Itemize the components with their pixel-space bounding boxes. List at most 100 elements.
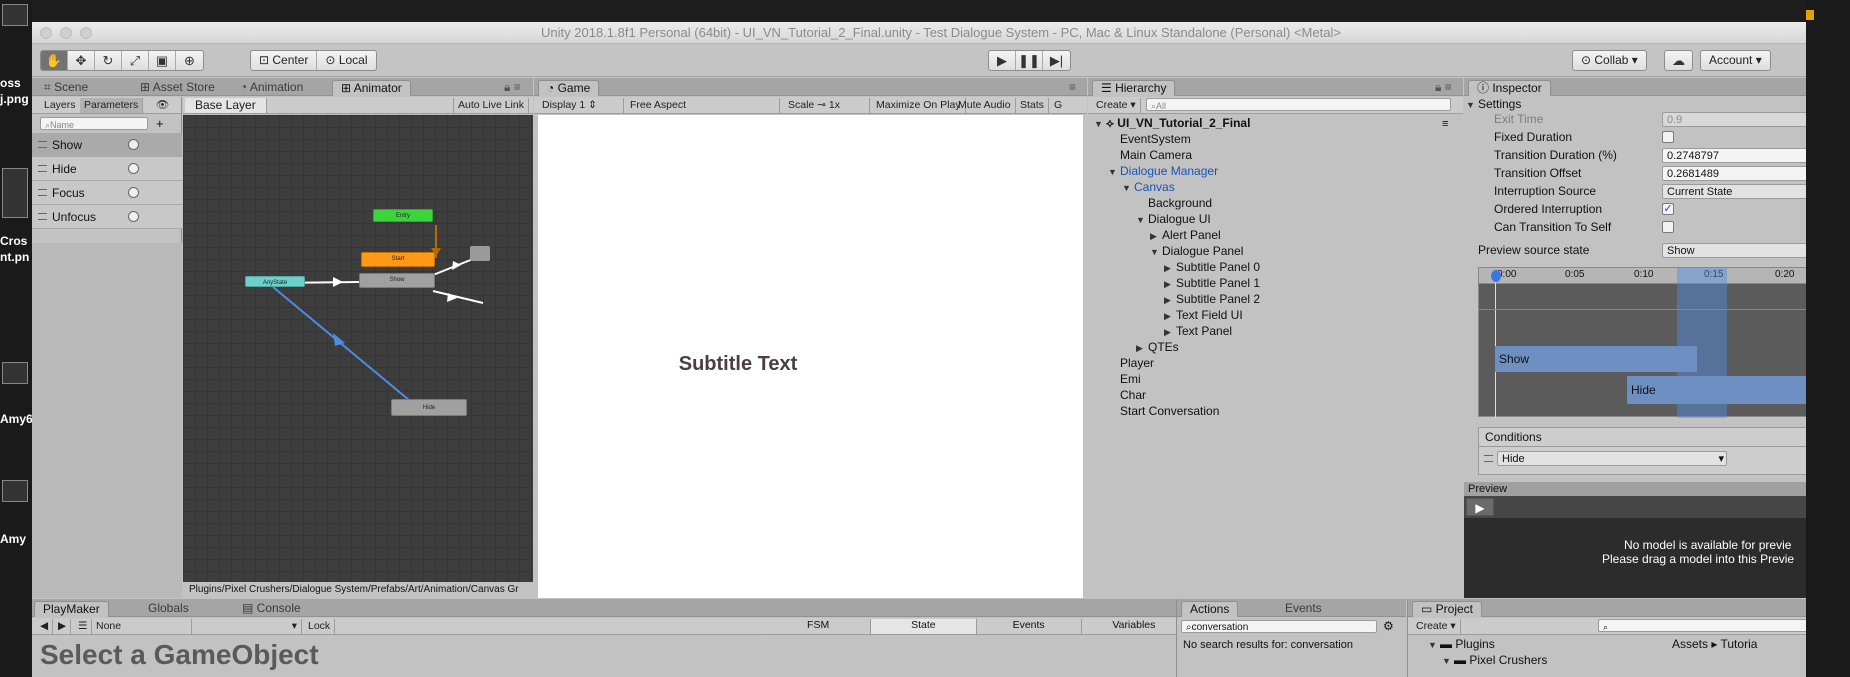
playhead-handle[interactable] [1491,270,1501,282]
show-state-node[interactable]: Show [359,273,435,288]
expanded-arrow-icon[interactable]: ▼ [1108,164,1120,180]
tab-layers[interactable]: Layers [40,98,81,113]
collab-dropdown[interactable]: ⊙ Collab ▾ [1572,50,1647,71]
tab-actions[interactable]: Actions [1181,601,1239,617]
zoom-window-button[interactable] [80,27,92,39]
tab-console[interactable]: ▤ Console [234,601,309,617]
mute-audio-toggle[interactable]: Mute Audio [954,98,1016,113]
can-transition-to-self-checkbox[interactable] [1662,221,1674,233]
tab-globals[interactable]: Globals [140,601,197,617]
base-layer-breadcrumb[interactable]: Base Layer [185,98,267,113]
scale-icon[interactable]: ⤢ [122,51,149,70]
hierarchy-item[interactable]: ▶ Text Field UI [1164,307,1243,323]
show-clip-bar[interactable]: Show [1495,346,1697,372]
hierarchy-item[interactable]: ▼ Dialogue Manager [1108,163,1218,179]
hierarchy-item[interactable]: ▶ Alert Panel [1150,227,1221,243]
hierarchy-item[interactable]: ▶ QTEs [1136,339,1179,355]
parameter-row[interactable]: Show [32,133,182,157]
move-icon[interactable]: ✥ [68,51,95,70]
state-machine-graph[interactable]: Entry Start Show AnyState Hide [183,115,533,582]
desktop-file-icon[interactable] [2,480,28,502]
tab-playmaker[interactable]: PlayMaker [34,601,109,617]
account-dropdown[interactable]: Account ▾ [1700,50,1771,71]
lock-toggle[interactable]: Lock [304,619,336,634]
tab-game[interactable]: ◔ Game [538,80,600,96]
hierarchy-item[interactable]: ▶ Subtitle Panel 1 [1164,275,1260,291]
desktop-file-icon[interactable] [2,362,28,384]
expanded-arrow-icon[interactable]: ▼ [1150,244,1162,260]
hierarchy-item[interactable]: Char [1108,387,1146,403]
drag-handle-icon[interactable] [38,213,47,220]
gameobject-dropdown[interactable]: None [92,619,192,634]
entry-state-node[interactable]: Entry [373,209,433,222]
gizmos-toggle[interactable]: G [1050,98,1066,113]
parameter-row[interactable]: Focus [32,181,182,205]
lock-icon[interactable]: 🔒︎ ≡ [1427,80,1460,96]
hand-icon[interactable]: ✋ [41,51,68,70]
hierarchy-search-input[interactable]: ⌕All [1146,98,1451,111]
tab-events[interactable]: Events [1277,601,1330,617]
step-icon[interactable]: ▶| [1043,51,1070,70]
maximize-on-play-toggle[interactable]: Maximize On Play [872,98,966,113]
desktop-file-icon[interactable] [2,168,28,218]
expanded-arrow-icon[interactable]: ▼ [1122,180,1134,196]
drag-handle-icon[interactable] [38,165,47,172]
hierarchy-item[interactable]: ▶ Subtitle Panel 2 [1164,291,1260,307]
add-parameter-icon[interactable]: + [156,116,164,131]
tab-hierarchy[interactable]: ☰ Hierarchy [1092,80,1176,96]
hierarchy-item[interactable]: Main Camera [1108,147,1192,163]
tab-fsm[interactable]: FSM [766,619,872,634]
hierarchy-item[interactable]: Start Conversation [1108,403,1219,419]
drag-handle-icon[interactable] [38,141,47,148]
scene-root[interactable]: ▼ ⟡ UI_VN_Tutorial_2_Final [1094,115,1250,131]
parameter-row[interactable]: Unfocus [32,205,182,229]
tab-animator[interactable]: ⊞ Animator [332,80,411,96]
back-icon[interactable]: ◀ [36,619,54,634]
offscreen-state-node[interactable] [470,246,490,261]
drag-handle-icon[interactable] [1484,455,1493,462]
transform-icon[interactable]: ⊕ [176,51,203,70]
any-state-node[interactable]: AnyState [245,276,305,287]
play-icon[interactable]: ▶ [989,51,1016,70]
folder-plugins[interactable]: ▼ ▬ Plugins [1428,636,1495,652]
play-icon[interactable]: ▶ [1466,498,1494,516]
hierarchy-item[interactable]: ▼ Dialogue Panel [1150,243,1243,259]
playmaker-graph[interactable]: Select a GameObject [36,637,756,677]
panel-menu-icon[interactable]: ≡ [1442,118,1448,130]
cloud-button[interactable]: ☁ [1664,50,1693,71]
center-pivot-button[interactable]: ⊡ Center [251,51,318,70]
collapsed-arrow-icon[interactable]: ▶ [1164,292,1176,308]
hide-state-node[interactable]: Hide [391,399,467,416]
tab-project[interactable]: ▭ Project [1412,601,1483,617]
trigger-radio[interactable] [128,139,139,150]
fsm-dropdown[interactable]: ▾ [192,619,302,634]
lock-icon[interactable]: 🔒︎ ≡ [496,80,529,96]
scale-slider[interactable]: Scale ⊸ 1x [784,98,870,113]
transition-timeline[interactable]: 0:00 0:05 0:10 0:15 0:20 Show Hide [1478,267,1850,418]
tab-state[interactable]: State [871,619,977,634]
rect-icon[interactable]: ▣ [149,51,176,70]
hierarchy-item[interactable]: EventSystem [1108,131,1191,147]
fixed-duration-checkbox[interactable] [1662,131,1674,143]
expanded-arrow-icon[interactable]: ▼ [1136,212,1148,228]
trigger-radio[interactable] [128,187,139,198]
parameter-row[interactable]: Hide [32,157,182,181]
folder-pixel-crushers[interactable]: ▼ ▬ Pixel Crushers [1442,652,1547,668]
drag-handle-icon[interactable] [38,189,47,196]
tab-animation[interactable]: ◔ Animation [232,80,311,96]
hierarchy-item[interactable]: Player [1108,355,1154,371]
hierarchy-item[interactable]: ▼ Canvas [1122,179,1175,195]
collapsed-arrow-icon[interactable]: ▶ [1164,276,1176,292]
rotate-icon[interactable]: ↻ [95,51,122,70]
aspect-dropdown[interactable]: Free Aspect [626,98,780,113]
stats-toggle[interactable]: Stats [1016,98,1049,113]
project-create-dropdown[interactable]: Create ▾ [1412,619,1461,634]
action-search-input[interactable]: ⌕conversation [1181,620,1377,633]
gear-icon[interactable]: ⚙ [1383,619,1394,633]
local-rotation-button[interactable]: ⊙ Local [317,51,375,70]
eye-icon[interactable]: 👁︎ [152,98,173,113]
desktop-file-icon[interactable] [2,4,28,26]
create-dropdown[interactable]: Create ▾ [1092,98,1141,113]
settings-foldout[interactable]: ▼ Settings [1466,97,1521,112]
hierarchy-item[interactable]: Background [1136,195,1212,211]
